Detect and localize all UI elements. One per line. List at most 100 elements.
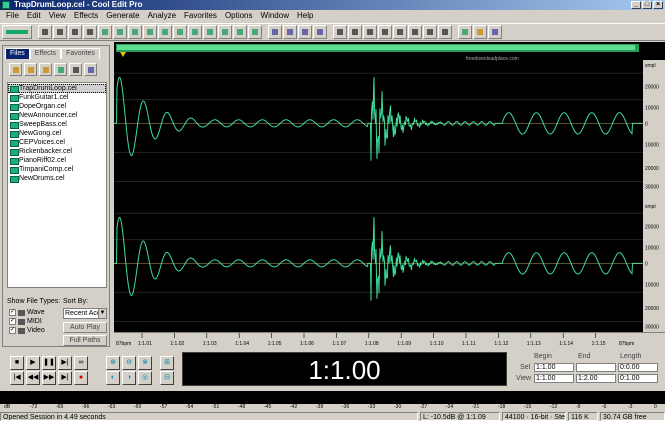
menu-options[interactable]: Options — [221, 10, 257, 22]
timeline-ruler[interactable]: 87bpm 1:1.01 1:1.02 1:1.03 1:1.04 1:1.05 1:1.0… — [114, 332, 665, 347]
tab-effects[interactable]: Effects — [29, 48, 62, 59]
file-item[interactable]: DopeOrgan.cel — [8, 102, 106, 111]
zoom-left-icon[interactable]: ◐ — [106, 371, 120, 385]
file-item[interactable]: TimpaniComp.cel — [8, 165, 106, 174]
view-end-field[interactable]: 1:2.00 — [576, 374, 616, 383]
waveform-display[interactable]: freedownloadplace.com smpl smpl 20000 10000… — [114, 42, 665, 347]
menu-analyze[interactable]: Analyze — [144, 10, 180, 22]
marker-icon[interactable] — [313, 25, 327, 39]
import-icon[interactable] — [24, 63, 37, 76]
zoom-vertical-in-icon[interactable]: ⊞ — [160, 356, 174, 370]
close-file-icon[interactable] — [39, 63, 52, 76]
zoom-in-icon[interactable]: ⊕ — [106, 356, 120, 370]
help-icon[interactable] — [488, 25, 502, 39]
undo-icon[interactable] — [68, 25, 82, 39]
menu-help[interactable]: Help — [293, 10, 317, 22]
record-icon[interactable]: ● — [74, 371, 88, 385]
go-to-end-icon[interactable]: ▶| — [58, 371, 72, 385]
normalize-icon[interactable] — [233, 25, 247, 39]
playhead-marker[interactable] — [120, 52, 126, 57]
waveform-view-icon[interactable] — [283, 25, 297, 39]
insert-icon[interactable] — [54, 63, 67, 76]
wave-checkbox[interactable]: ✓ — [9, 309, 16, 316]
loop-play-icon[interactable]: ∞ — [74, 356, 88, 370]
mute-icon[interactable] — [188, 25, 202, 39]
video-checkbox[interactable]: ✓ — [9, 327, 16, 334]
filter-icon[interactable] — [423, 25, 437, 39]
grid-icon[interactable] — [298, 25, 312, 39]
edit-tool-icon[interactable] — [203, 25, 217, 39]
edit-file-icon[interactable] — [69, 63, 82, 76]
mix-paste-icon[interactable] — [158, 25, 172, 39]
file-item[interactable]: SweepBass.cel — [8, 120, 106, 129]
tools-icon[interactable] — [473, 25, 487, 39]
trim-icon[interactable] — [173, 25, 187, 39]
open-file-icon[interactable] — [9, 63, 22, 76]
menu-window[interactable]: Window — [257, 10, 293, 22]
right-channel[interactable] — [114, 212, 643, 322]
left-channel[interactable] — [114, 72, 643, 182]
file-item[interactable]: FunkGuitar1.cel — [8, 93, 106, 102]
cd-icon[interactable] — [458, 25, 472, 39]
zoom-selection-icon[interactable]: ◎ — [138, 371, 152, 385]
waveform-canvas[interactable] — [114, 60, 643, 332]
menu-view[interactable]: View — [45, 10, 70, 22]
file-list[interactable]: TrapDrumLoop.cel FunkGuitar1.cel DopeOrg… — [7, 82, 107, 288]
midi-checkbox[interactable]: ✓ — [9, 318, 16, 325]
file-item[interactable]: TrapDrumLoop.cel — [8, 84, 106, 93]
tab-favorites[interactable]: Favorites — [61, 48, 100, 59]
close-button[interactable]: × — [653, 1, 663, 9]
sel-end-field[interactable] — [576, 363, 616, 372]
pause-icon[interactable]: ❚❚ — [42, 356, 56, 370]
go-to-start-icon[interactable]: |◀ — [10, 371, 24, 385]
file-item[interactable]: NewGong.cel — [8, 129, 106, 138]
minimize-button[interactable]: _ — [631, 1, 641, 9]
paste-new-icon[interactable] — [143, 25, 157, 39]
tab-files[interactable]: Files — [5, 48, 30, 59]
view-length-field[interactable]: 0:1.00 — [618, 374, 658, 383]
sel-length-field[interactable]: 0:0.00 — [618, 363, 658, 372]
play-icon[interactable]: ▶ — [26, 356, 40, 370]
view-begin-field[interactable]: 1:1.00 — [534, 374, 574, 383]
rewind-icon[interactable]: ◀◀ — [26, 371, 40, 385]
amplify-icon[interactable] — [248, 25, 262, 39]
redo-icon[interactable] — [83, 25, 97, 39]
zoom-out-icon[interactable]: ⊖ — [122, 356, 136, 370]
open-icon[interactable] — [38, 25, 52, 39]
overview-bar[interactable] — [116, 44, 639, 52]
stop-icon[interactable]: ■ — [10, 356, 24, 370]
menu-generate[interactable]: Generate — [102, 10, 143, 22]
envelope-icon[interactable] — [408, 25, 422, 39]
panel-help-icon[interactable] — [84, 63, 97, 76]
multitrack-toggle-button[interactable] — [2, 25, 32, 39]
statistics-icon[interactable] — [393, 25, 407, 39]
zoom-full-icon[interactable]: ⊗ — [138, 356, 152, 370]
auto-play-button[interactable]: Auto Play — [63, 322, 107, 333]
playlist-icon[interactable] — [348, 25, 362, 39]
spectral-view-icon[interactable] — [268, 25, 282, 39]
menu-file[interactable]: File — [2, 10, 23, 22]
file-item[interactable]: CEPVoices.cel — [8, 138, 106, 147]
save-icon[interactable] — [53, 25, 67, 39]
info-icon[interactable] — [378, 25, 392, 39]
reverse-icon[interactable] — [218, 25, 232, 39]
fast-forward-icon[interactable]: ▶▶ — [42, 371, 56, 385]
sort-by-select[interactable]: Recent Acc ▼ — [63, 308, 107, 319]
menu-favorites[interactable]: Favorites — [180, 10, 221, 22]
play-to-end-icon[interactable]: ▶| — [58, 356, 72, 370]
file-item[interactable]: NewDrums.cel — [8, 174, 106, 183]
menu-effects[interactable]: Effects — [70, 10, 102, 22]
paste-icon[interactable] — [128, 25, 142, 39]
file-item[interactable]: Rickenbacker.cel — [8, 147, 106, 156]
loop-icon[interactable] — [438, 25, 452, 39]
maximize-button[interactable]: □ — [642, 1, 652, 9]
frequency-analysis-icon[interactable] — [363, 25, 377, 39]
copy-icon[interactable] — [113, 25, 127, 39]
sel-begin-field[interactable]: 1:1.00 — [534, 363, 574, 372]
full-paths-button[interactable]: Full Paths — [63, 335, 107, 346]
file-item[interactable]: NewAnnouncer.cel — [8, 111, 106, 120]
zoom-right-icon[interactable]: ◑ — [122, 371, 136, 385]
cue-list-icon[interactable] — [333, 25, 347, 39]
cut-icon[interactable] — [98, 25, 112, 39]
menu-edit[interactable]: Edit — [23, 10, 45, 22]
